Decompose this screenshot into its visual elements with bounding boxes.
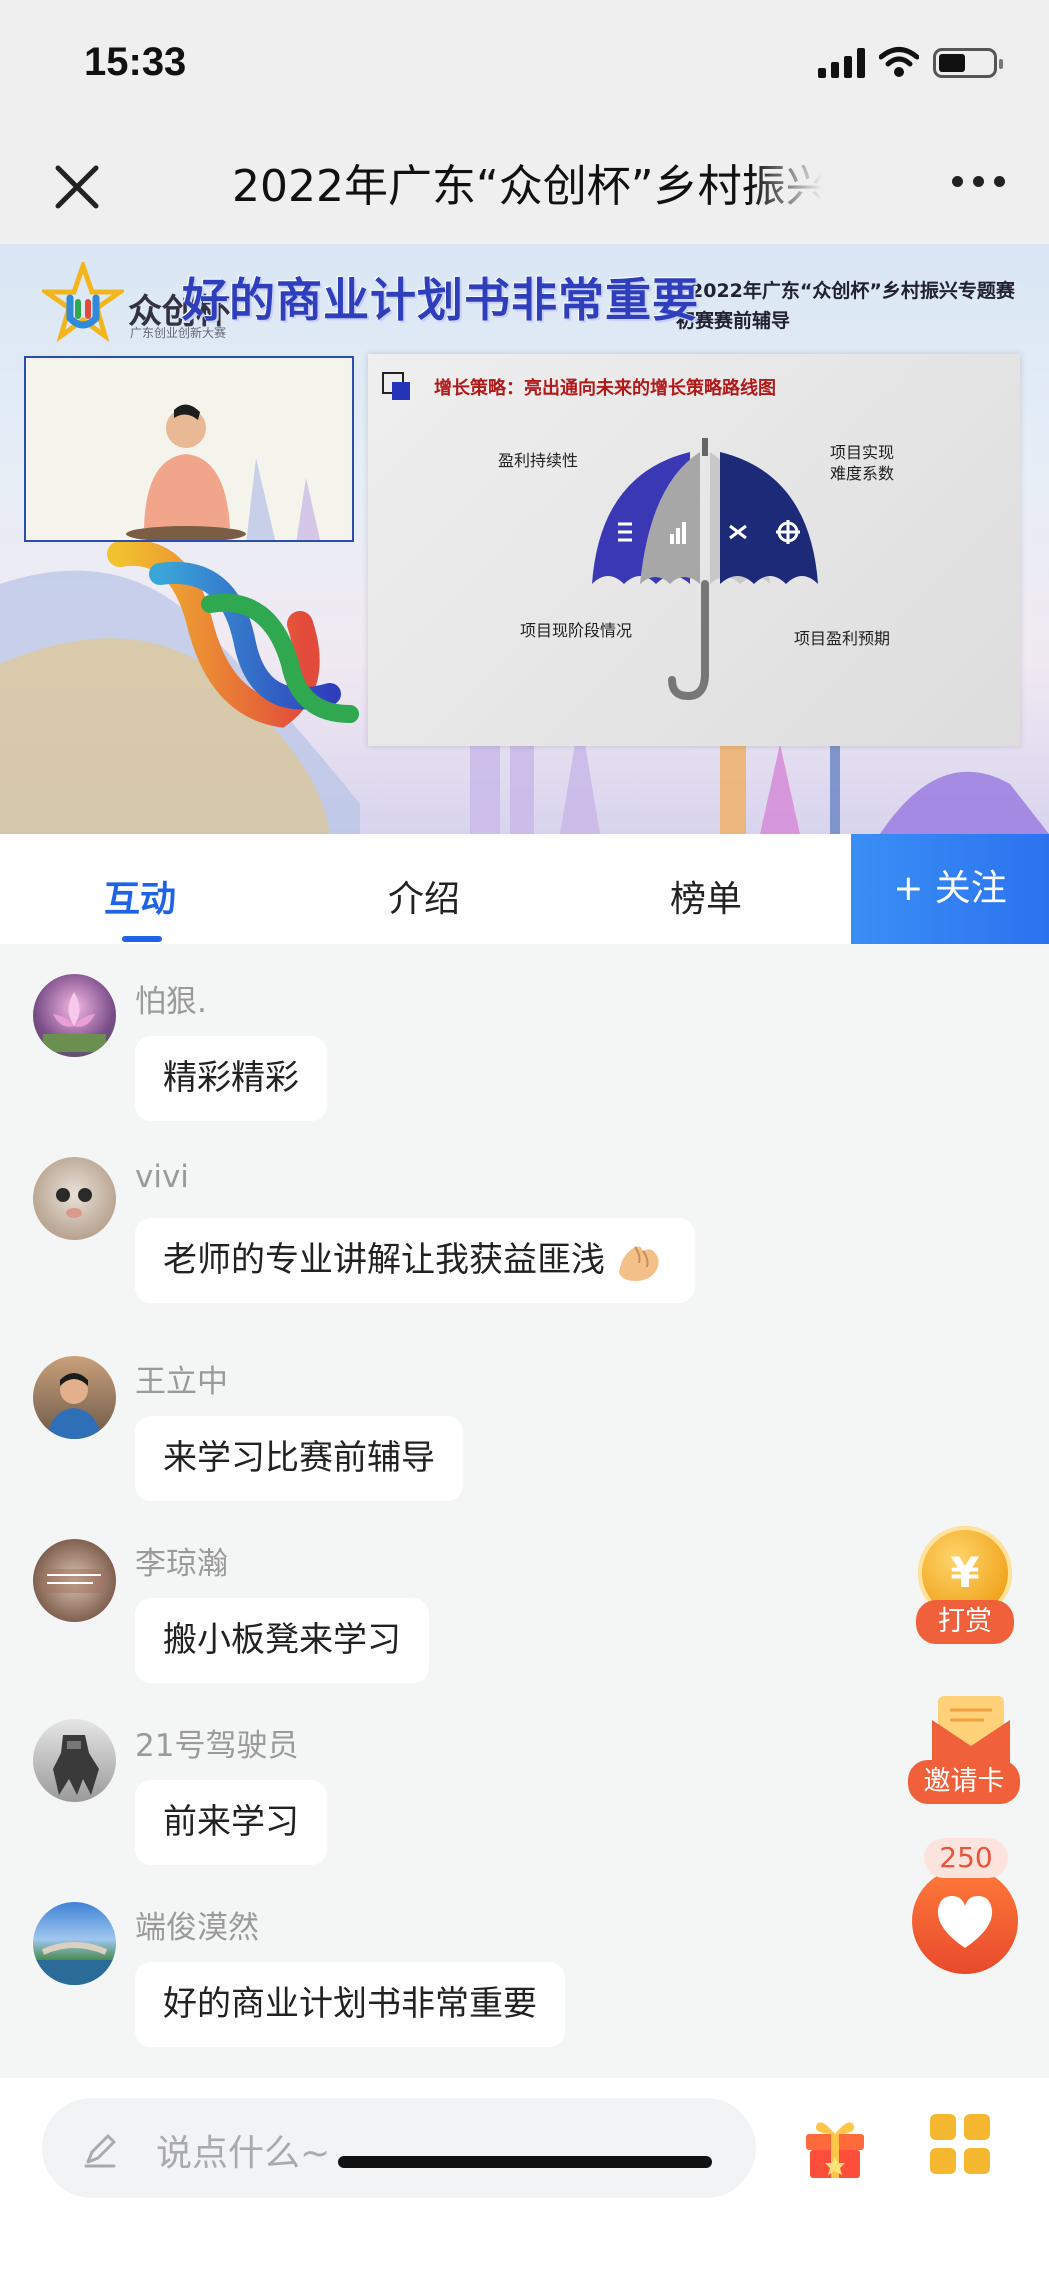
like-button[interactable] <box>912 1868 1018 1974</box>
chat-bubble: 来学习比赛前辅导 <box>135 1416 463 1501</box>
close-button[interactable] <box>48 158 106 216</box>
chat-username: 王立中 <box>135 1364 228 1400</box>
chat-list[interactable]: 怕狠. 精彩精彩 vivi 老师的专业讲解让我获益匪浅 王立中 来学习比赛前辅导… <box>0 944 1049 2078</box>
slide-label-difficulty: 项目实现 难度系数 <box>830 443 895 483</box>
tab-introduction[interactable]: 介绍 <box>388 870 460 922</box>
avatar[interactable] <box>33 1719 116 1802</box>
ok-hand-emoji-icon <box>619 1245 659 1281</box>
reward-button[interactable]: 打赏 <box>916 1600 1014 1644</box>
invite-envelope-icon[interactable] <box>930 1690 1012 1766</box>
page-title: 2022年广东“众创杯”乡村振兴专题赛 <box>232 161 822 212</box>
close-icon <box>55 165 99 209</box>
avatar[interactable] <box>33 1157 116 1240</box>
follow-button[interactable]: + 关注 <box>851 834 1049 944</box>
chat-username: 怕狠. <box>135 984 207 1020</box>
tab-leaderboard[interactable]: 榜单 <box>670 870 742 922</box>
more-apps-icon[interactable] <box>930 2114 990 2174</box>
avatar[interactable] <box>33 1902 116 1985</box>
chat-bubble: 好的商业计划书非常重要 <box>135 1962 565 2047</box>
brand-logo <box>38 258 128 344</box>
avatar[interactable] <box>33 1539 116 1622</box>
slide-title: 增长策略：亮出通向未来的增长策略路线图 <box>434 378 776 399</box>
slide-label-profit-continuity: 盈利持续性 <box>498 451 579 470</box>
avatar[interactable] <box>33 1356 116 1439</box>
active-tab-indicator <box>122 936 162 942</box>
chat-bubble: 前来学习 <box>135 1780 327 1865</box>
dot-icon <box>952 176 963 187</box>
live-caption-overlay: 好的商业计划书非常重要 <box>182 273 699 327</box>
heart-icon <box>937 1896 993 1948</box>
tab-interaction[interactable]: 互动 <box>104 870 176 922</box>
status-time: 15:33 <box>84 40 187 84</box>
chat-username: vivi <box>135 1159 189 1195</box>
tab-bar: 互动 介绍 榜单 + 关注 <box>0 834 1049 944</box>
chat-bubble: 搬小板凳来学习 <box>135 1598 429 1683</box>
umbrella-diagram <box>592 438 818 701</box>
comment-input-placeholder: 说点什么~ <box>156 2133 331 2174</box>
presentation-slide: 增长策略：亮出通向未来的增长策略路线图 盈利持续性 项目实现 难度系数 项目现阶… <box>368 354 1020 746</box>
dot-icon <box>994 176 1005 187</box>
like-count-badge: 250 <box>924 1838 1008 1878</box>
comment-input[interactable]: 说点什么~ <box>42 2098 756 2198</box>
pencil-icon <box>84 2134 116 2168</box>
chat-bubble: 老师的专业讲解让我获益匪浅 <box>135 1218 695 1303</box>
cellular-signal-icon <box>818 48 865 78</box>
more-options-button[interactable] <box>952 176 1005 187</box>
avatar[interactable] <box>33 974 116 1057</box>
event-title: 2022年广东“众创杯”乡村振兴专题赛 <box>690 280 1015 302</box>
gift-icon[interactable] <box>800 2110 870 2180</box>
chat-username: 21号驾驶员 <box>135 1728 299 1764</box>
chat-username: 端俊漠然 <box>135 1910 259 1946</box>
slide-bullet-icon <box>382 372 412 400</box>
bottom-bar: 说点什么~ <box>0 2078 1049 2270</box>
nav-bar: 2022年广东“众创杯”乡村振兴专题赛 <box>0 132 1049 244</box>
chat-username: 李琼瀚 <box>135 1546 228 1582</box>
status-icons <box>818 46 1003 78</box>
speaker-camera-feed <box>24 356 354 542</box>
wifi-icon <box>879 47 919 77</box>
status-bar: 15:33 <box>0 0 1049 132</box>
invite-card-button[interactable]: 邀请卡 <box>908 1760 1020 1804</box>
home-indicator <box>338 2156 712 2168</box>
chat-bubble: 精彩精彩 <box>135 1036 327 1121</box>
chat-message-text: 老师的专业讲解让我获益匪浅 <box>163 1240 605 1280</box>
live-video-player[interactable]: 众创杯 广东创业创新大赛 2022年广东“众创杯”乡村振兴专题赛 初赛赛前辅导 … <box>0 244 1049 834</box>
dot-icon <box>973 176 984 187</box>
battery-icon <box>933 48 1003 78</box>
